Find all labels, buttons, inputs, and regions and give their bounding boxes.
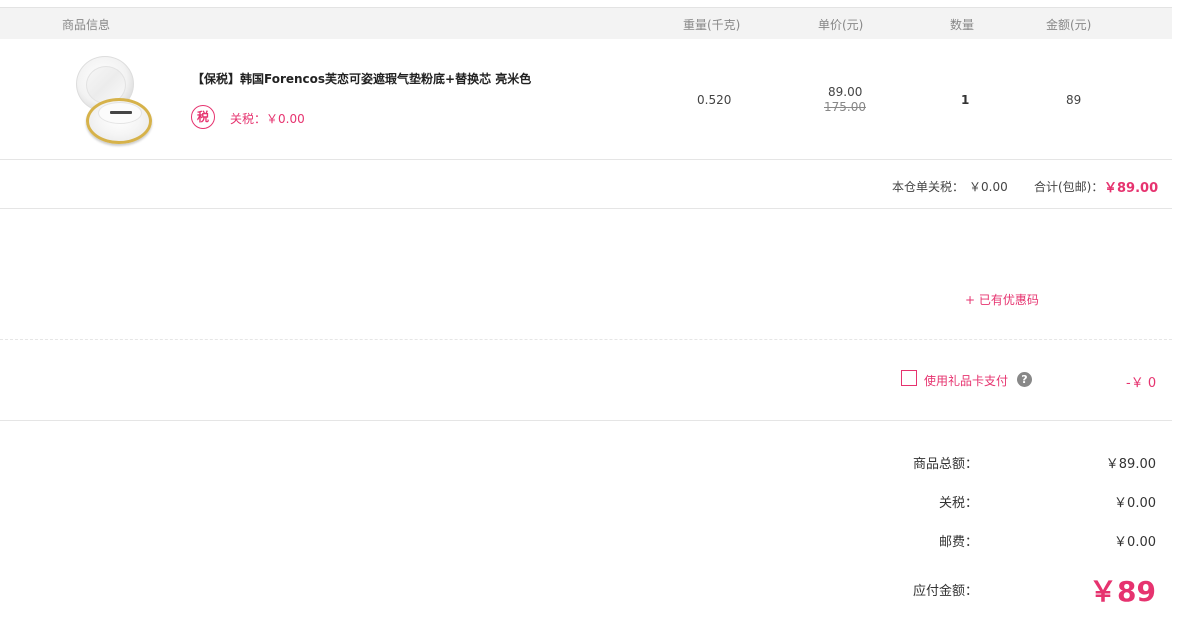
gift-card-label[interactable]: 使用礼品卡支付 <box>924 372 1008 389</box>
coupon-code-link[interactable]: + 已有优惠码 <box>965 291 1039 308</box>
goods-total-value: ￥89.00 <box>1105 457 1156 472</box>
product-title[interactable]: 【保税】韩国Forencos芙恋可姿遮瑕气垫粉底+替换芯 亮米色 <box>192 70 531 87</box>
product-price: 89.00 <box>828 85 863 99</box>
product-amount: 89 <box>1066 93 1082 107</box>
brand-label-icon <box>110 111 132 114</box>
product-weight: 0.520 <box>697 93 732 107</box>
divider <box>0 339 1172 340</box>
header-unit-price: 单价(元) <box>818 18 864 32</box>
product-image[interactable] <box>72 56 156 146</box>
warehouse-subtotal: 本仓单关税： ￥0.00 合计(包邮)： ￥89.00 <box>0 160 1172 209</box>
shipping-value: ￥0.00 <box>1114 535 1156 550</box>
duty-value: ￥0.00 <box>1114 496 1156 511</box>
product-quantity: 1 <box>961 93 970 107</box>
goods-total-label: 商品总额： <box>912 457 978 472</box>
subtotal-total-label: 合计(包邮)： <box>1034 180 1104 194</box>
tax-badge-icon: 税 <box>191 105 215 129</box>
help-icon[interactable]: ? <box>1017 372 1032 387</box>
payable-amount-value: ￥89 <box>1089 575 1156 608</box>
subtotal-total-value: ￥89.00 <box>1104 181 1159 196</box>
product-tax-line: 关税：￥0.00 <box>230 112 305 126</box>
table-row: 【保税】韩国Forencos芙恋可姿遮瑕气垫粉底+替换芯 亮米色 税 关税：￥0… <box>0 39 1172 160</box>
product-original-price: 175.00 <box>824 100 866 114</box>
header-product-info: 商品信息 <box>62 18 111 32</box>
table-header: 商品信息 重量(千克) 单价(元) 数量 金额(元) <box>0 7 1172 39</box>
payable-amount-label: 应付金额： <box>912 584 978 599</box>
header-quantity: 数量 <box>950 18 975 32</box>
subtotal-duty-label: 本仓单关税： <box>892 180 965 194</box>
gift-card-amount: -￥ 0 <box>1126 376 1157 391</box>
header-amount: 金额(元) <box>1046 18 1092 32</box>
duty-label: 关税： <box>938 496 978 511</box>
shipping-label: 邮费： <box>938 535 978 550</box>
gift-card-checkbox[interactable] <box>901 370 917 386</box>
header-weight: 重量(千克) <box>683 18 741 32</box>
subtotal-duty-value: ￥0.00 <box>969 180 1008 194</box>
divider <box>0 420 1172 421</box>
